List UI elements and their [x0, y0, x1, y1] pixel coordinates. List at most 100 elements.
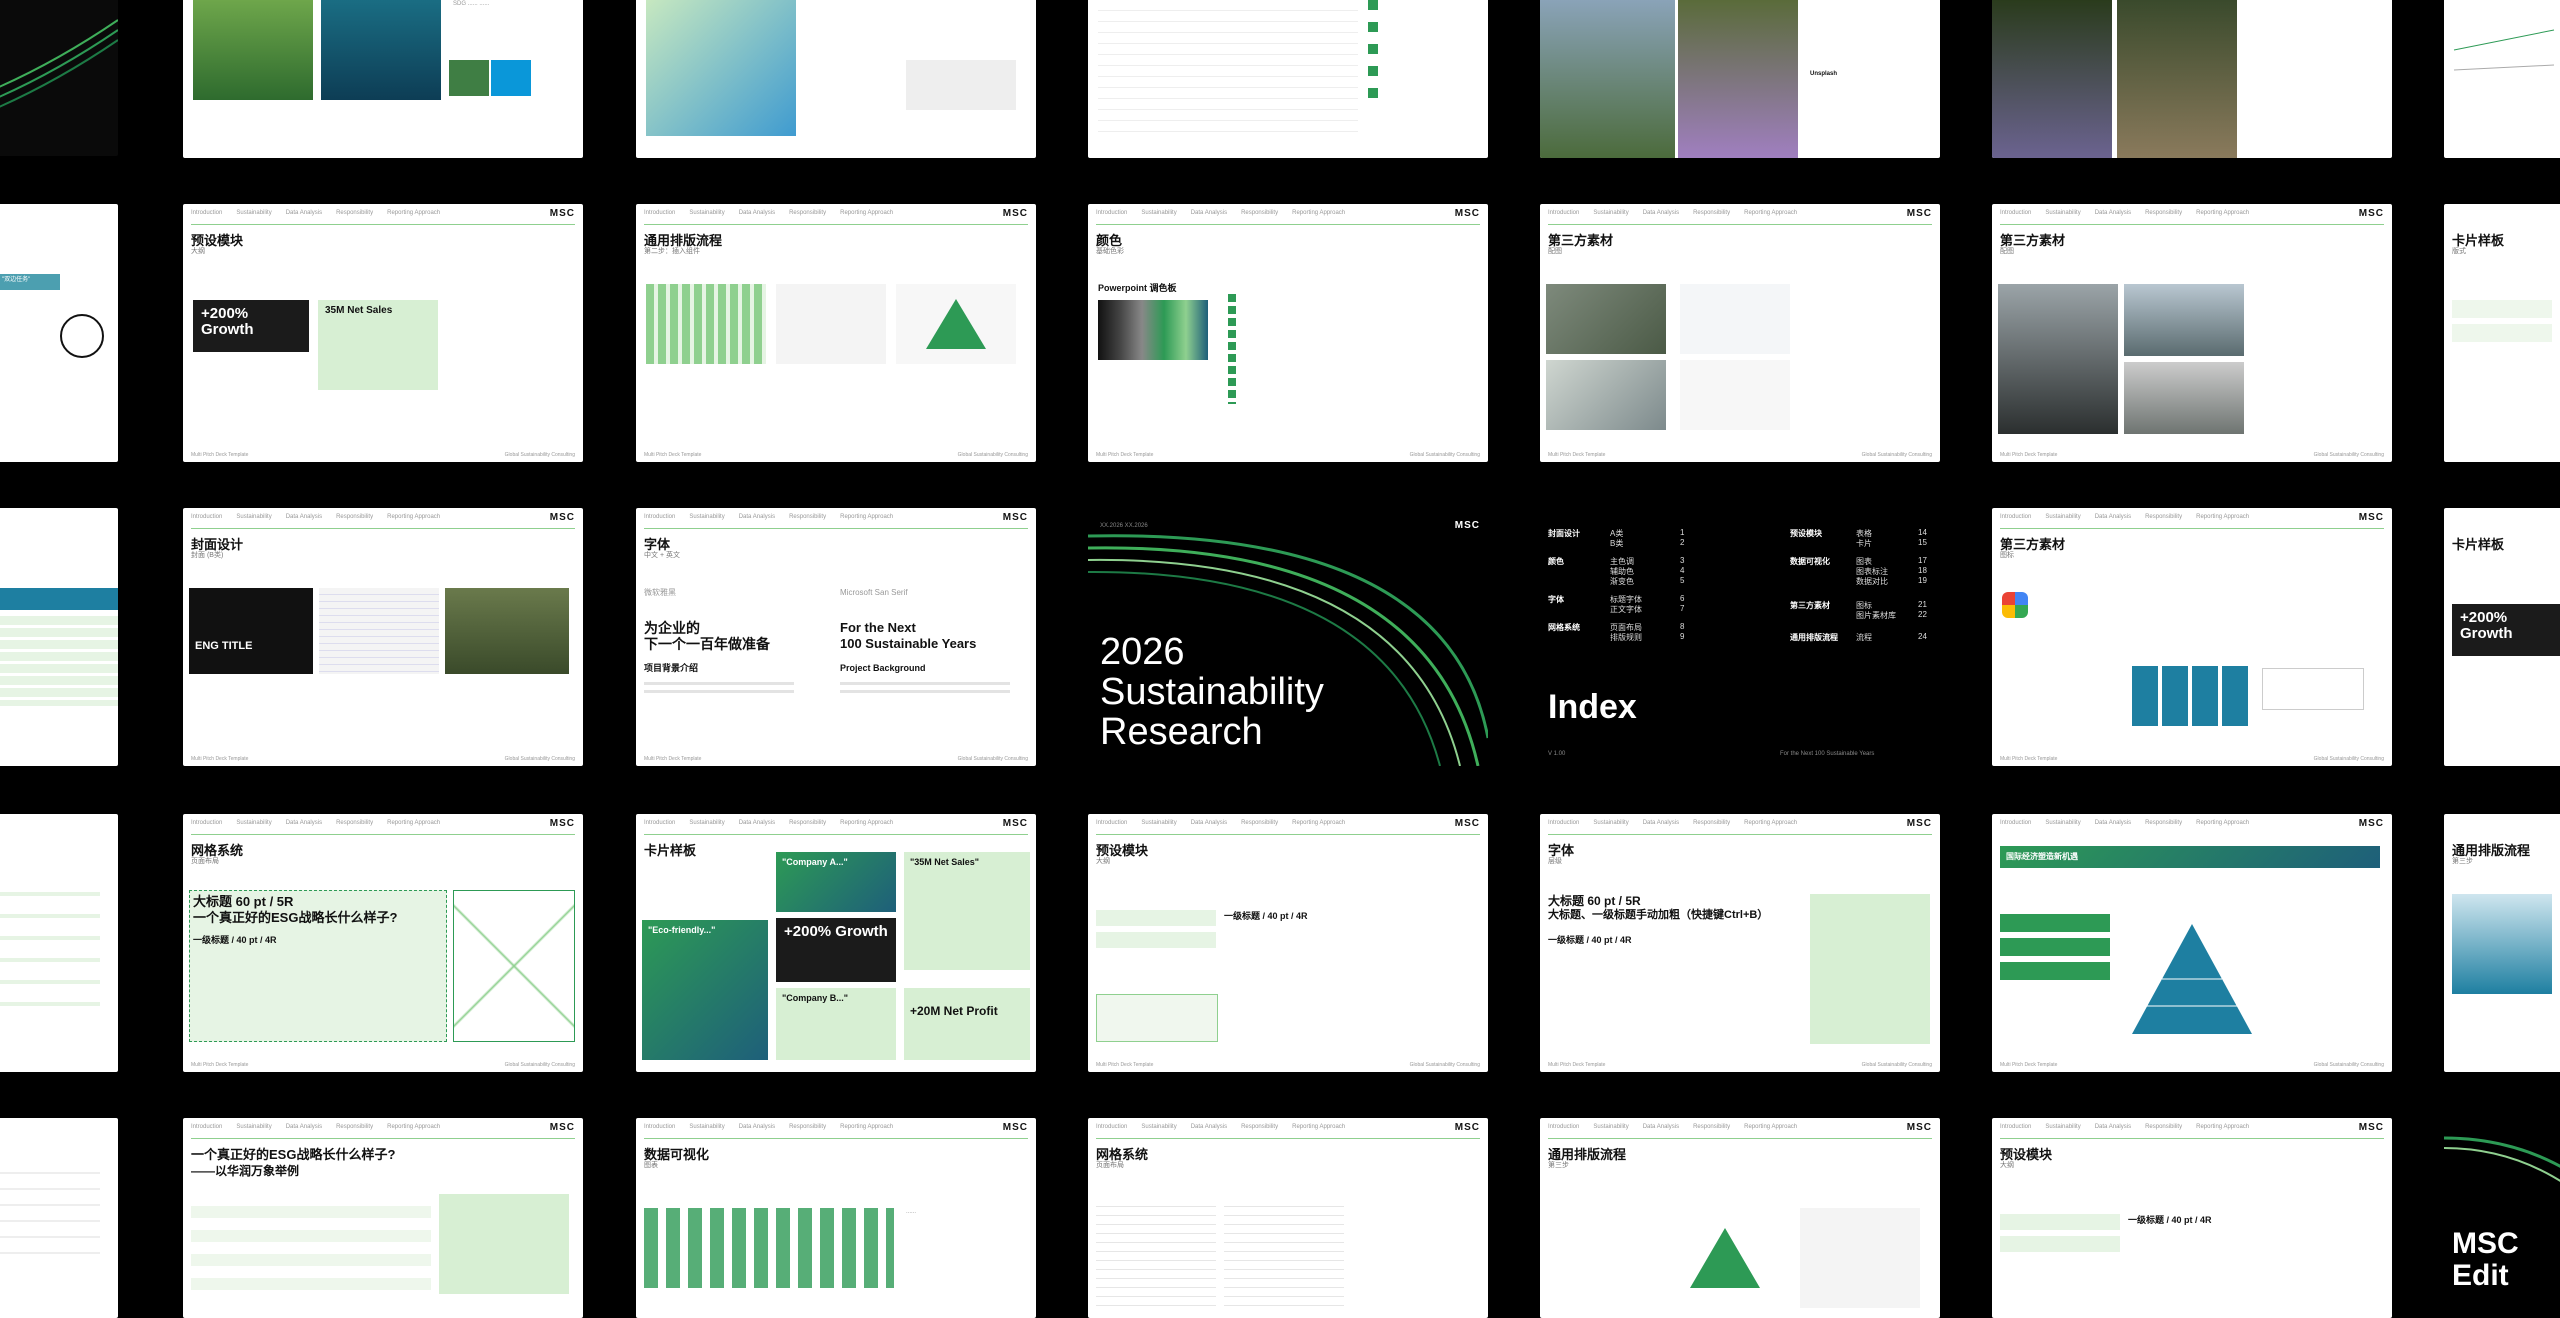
slide-thumb-r5c2[interactable]: Introduction Sustainability Data Analysis R… [183, 1118, 583, 1318]
cover-title-line-3: Research [1100, 711, 1263, 753]
divider [1096, 224, 1480, 225]
slide-thumb-r4c2[interactable]: Introduction Sustainability Data Analysis R… [183, 814, 583, 1072]
slide-thumb-r2c3[interactable]: Introduction Sustainability Data Analysis R… [636, 204, 1036, 462]
card-eco-text: "Eco-friendly..." [648, 925, 716, 935]
layered-diagram [2452, 894, 2552, 994]
divider [1548, 834, 1932, 835]
slide-thumb-r1c2[interactable]: SDG ...... ...... [183, 0, 583, 158]
pyramid-mini [1690, 1228, 1760, 1288]
divider [644, 528, 1028, 529]
heading-sample-2: 一个真正好的ESG战略长什么样子? [193, 910, 398, 925]
slide-thumb-r3c7[interactable]: 卡片样板 +200% Growth [2444, 508, 2560, 766]
index-num: 18 [1918, 566, 1927, 575]
icon-grid [2132, 666, 2252, 726]
slide-thumb-r2c5[interactable]: Introduction Sustainability Data Analysis R… [1540, 204, 1940, 462]
outline-row [1096, 910, 1216, 926]
data-table [191, 1194, 431, 1294]
index-item: 数据对比 [1856, 577, 1888, 586]
nav: Introduction Sustainability Data Analysis R… [191, 820, 441, 826]
slide-thumb-r3c1[interactable] [0, 508, 118, 766]
slide-thumb-r3c6[interactable]: Introduction Sustainability Data Analysis R… [1992, 508, 2392, 766]
type-sample-lvl1: 一级标题 / 40 pt / 4R [1548, 935, 1632, 945]
slide-thumb-r2c6[interactable]: Introduction Sustainability Data Analysis R… [1992, 204, 2392, 462]
slide-thumb-r5c4[interactable]: Introduction Sustainability Data Analysis R… [1088, 1118, 1488, 1318]
slide-thumb-cover[interactable]: XX.2026 XX.2026 MSC 2026 Sustainability … [1088, 508, 1488, 766]
cn-heading-2: 下一个一百年做准备 [644, 636, 770, 652]
cover-title-line-1: 2026 [1100, 631, 1185, 673]
slide-thumb-r3c3[interactable]: Introduction Sustainability Data Analysis R… [636, 508, 1036, 766]
logo: MSC [1002, 1122, 1028, 1133]
slide-thumb-r5c3[interactable]: Introduction Sustainability Data Analysis R… [636, 1118, 1036, 1318]
footer: Multi Pitch Deck Template Global Sustaina… [1548, 1062, 1932, 1068]
slide-thumb-r1c4[interactable] [1088, 0, 1488, 158]
heading-sample-1: 大标题 60 pt / 5R [193, 894, 294, 909]
slide-thumb-r4c1[interactable] [0, 814, 118, 1072]
card-growth: +200% Growth [776, 918, 896, 982]
slide-subtitle: 封面 (B类) [191, 552, 224, 559]
footer: Multi Pitch Deck Template Global Sustaina… [1096, 452, 1480, 458]
en-heading-2: 100 Sustainable Years [840, 636, 977, 651]
slide-thumb-r5c5[interactable]: Introduction Sustainability Data Analysis R… [1540, 1118, 1940, 1318]
slide-thumb-r1c7[interactable] [2444, 0, 2560, 158]
en-heading-1: For the Next [840, 620, 916, 635]
logo: MSC [1002, 512, 1028, 523]
logo: MSC [549, 208, 575, 219]
slide-subtitle: 配图 [2000, 248, 2014, 255]
nav: Introduction Sustainability Data Analysis R… [644, 820, 894, 826]
slide-thumb-r2c2[interactable]: Introduction Sustainability Data Analysis R… [183, 204, 583, 462]
slide-thumb-r4c7[interactable]: 通用排版流程 第三步 [2444, 814, 2560, 1072]
index-num: 14 [1918, 528, 1927, 537]
cover-preview [189, 588, 313, 674]
index-item: B类 [1610, 539, 1624, 548]
logo: MSC [1454, 208, 1480, 219]
slide-thumb-r4c5[interactable]: Introduction Sustainability Data Analysis R… [1540, 814, 1940, 1072]
index-num: 9 [1680, 632, 1685, 641]
table-grid-mock [1098, 0, 1358, 136]
divider [1096, 834, 1480, 835]
index-num: 8 [1680, 622, 1685, 631]
slide-thumb-index[interactable]: 封面设计 A类 B类 1 2 颜色 主色调 辅助色 渐变色 3 4 5 字体 标… [1540, 508, 1940, 766]
slide-thumb-r5c6[interactable]: Introduction Sustainability Data Analysis R… [1992, 1118, 2392, 1318]
net-sales-label: 35M Net Sales [325, 305, 393, 316]
slide-thumb-r5c7[interactable]: MSC Edit [2444, 1118, 2560, 1318]
nav: Introduction Sustainability Data Analysis R… [644, 1124, 894, 1130]
nav: Introduction Sustainability Data Analysis R… [2000, 514, 2250, 520]
slide-thumb-r1c6[interactable] [1992, 0, 2392, 158]
slide-thumb-r4c3[interactable]: Introduction Sustainability Data Analysis R… [636, 814, 1036, 1072]
index-num: 24 [1918, 632, 1927, 641]
green-gradient-panel [646, 0, 796, 136]
heading-sample-3: 一级标题 / 40 pt / 4R [193, 935, 277, 945]
slide-thumb-r2c4[interactable]: Introduction Sustainability Data Analysis R… [1088, 204, 1488, 462]
text-line [840, 682, 1010, 685]
slide-thumb-r1c1[interactable] [0, 0, 118, 156]
teal-banner [0, 588, 118, 610]
slide-subtitle: 页面布局 [191, 858, 219, 865]
index-footnote: For the Next 100 Sustainable Years [1780, 751, 1875, 757]
index-num: 2 [1680, 538, 1685, 547]
index-title: Index [1548, 688, 1637, 726]
slide-thumb-r3c2[interactable]: Introduction Sustainability Data Analysis R… [183, 508, 583, 766]
index-section-cover: 封面设计 [1548, 529, 1580, 538]
slide-subtitle: 图标 [2000, 552, 2014, 559]
slide-thumb-r2c7[interactable]: 卡片样板 版式 [2444, 204, 2560, 462]
doc-preview [1800, 1208, 1920, 1308]
nav: Introduction Sustainability Data Analysis R… [1096, 1124, 1346, 1130]
aerial-photo [1546, 284, 1666, 354]
slide-thumb-r4c4[interactable]: Introduction Sustainability Data Analysis R… [1088, 814, 1488, 1072]
slide-thumb-r5c1[interactable] [0, 1118, 118, 1318]
logo: MSC [549, 1122, 575, 1133]
slide-thumb-r1c3[interactable] [636, 0, 1036, 158]
slide-subtitle: ——以华润万象举例 [191, 1164, 300, 1178]
divider [1548, 224, 1932, 225]
divider [644, 224, 1028, 225]
slide-thumb-r2c1[interactable]: "双边任务" [0, 204, 118, 462]
index-num: 15 [1918, 538, 1927, 547]
divider [2000, 224, 2384, 225]
index-version: V 1.00 [1548, 751, 1566, 757]
slide-title: 卡片样板 [2452, 537, 2505, 552]
divider [191, 834, 575, 835]
index-item: 正文字体 [1610, 605, 1642, 614]
step-3 [2000, 962, 2110, 980]
slide-thumb-r1c5[interactable]: Unsplash [1540, 0, 1940, 158]
slide-thumb-r4c6[interactable]: Introduction Sustainability Data Analysis R… [1992, 814, 2392, 1072]
